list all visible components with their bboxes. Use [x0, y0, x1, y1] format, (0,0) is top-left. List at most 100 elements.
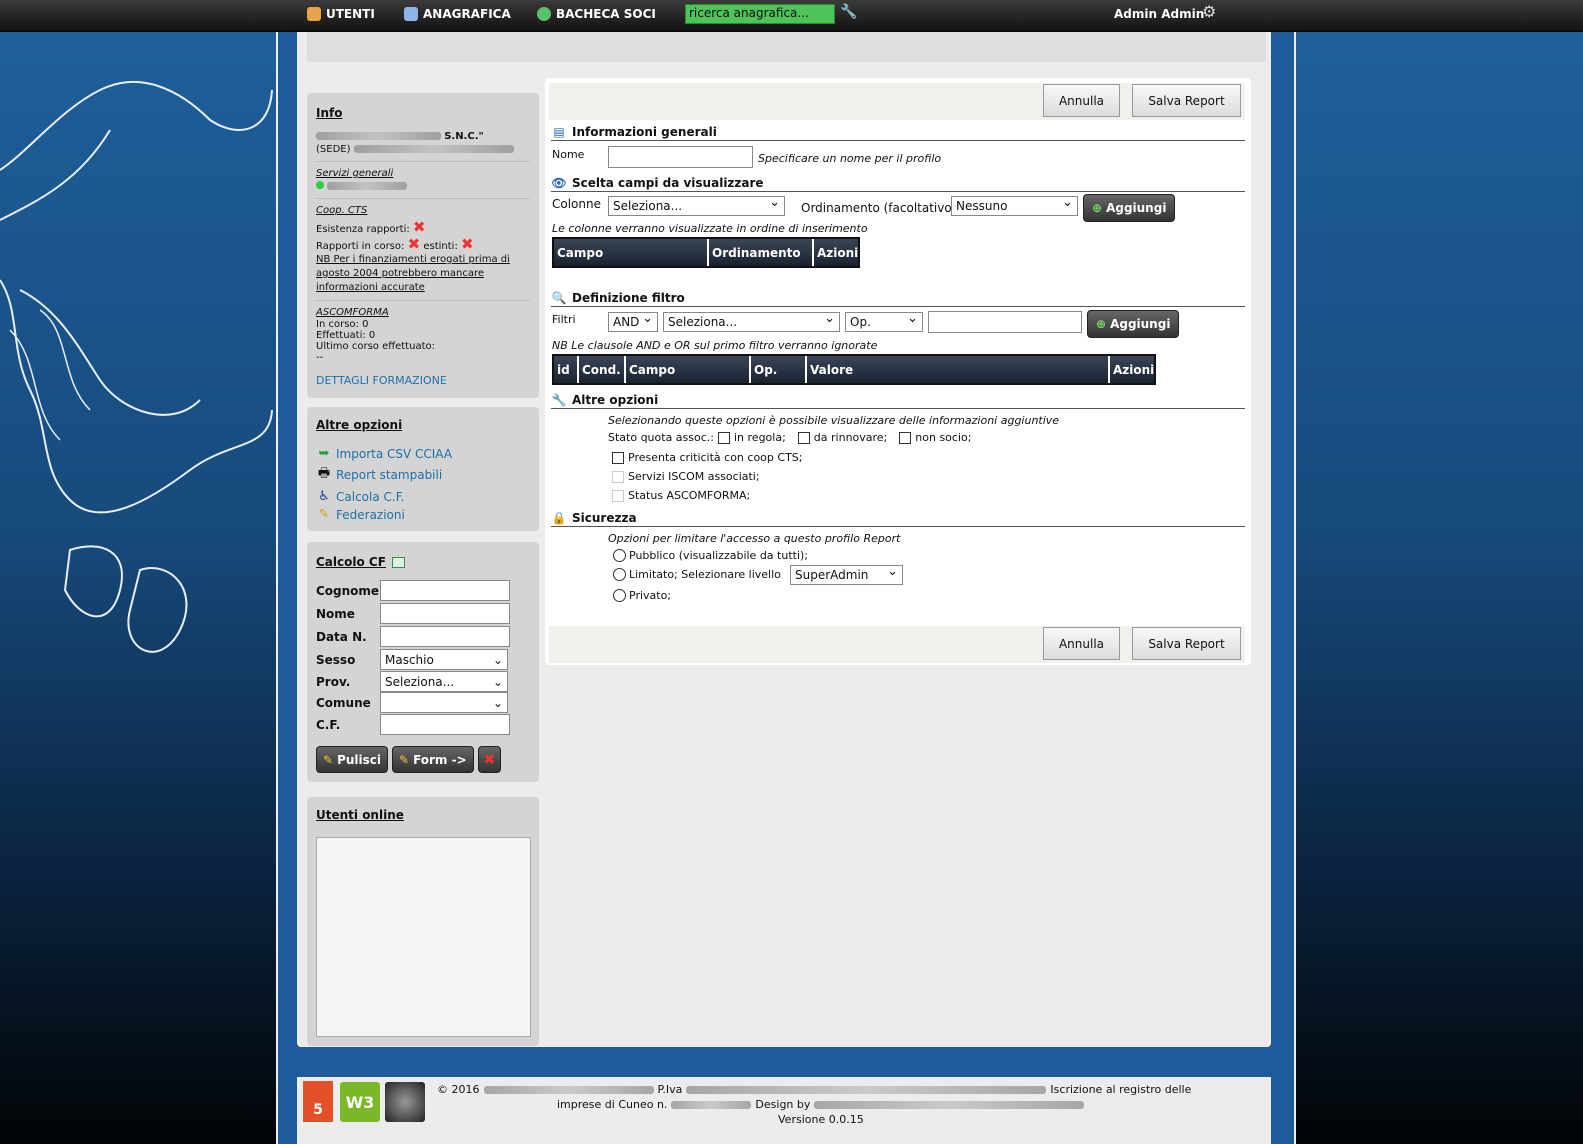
cancel-button[interactable]: Annulla	[1043, 84, 1120, 117]
columns-note: Le colonne verranno visualizzate in ordi…	[552, 222, 868, 235]
printable-reports-link[interactable]: Report stampabili	[336, 468, 442, 482]
filter-section: 🔍 Definizione filtro	[551, 290, 1245, 307]
chevron-down-icon: ⌄	[492, 695, 503, 710]
ascom-label: Status ASCOMFORMA;	[628, 489, 751, 502]
birthdate-input[interactable]	[380, 626, 510, 647]
left-background	[0, 30, 276, 1144]
footer-version: Versione 0.0.15	[778, 1113, 864, 1126]
federations-option[interactable]: ✎ Federazioni	[316, 507, 530, 522]
add-column-button[interactable]: ⊕ Aggiungi	[1083, 194, 1176, 222]
quota-nonmember-checkbox[interactable]	[899, 431, 912, 444]
filter-op-select[interactable]: Op.	[845, 312, 923, 332]
sex-value: Maschio	[385, 652, 434, 667]
public-radio[interactable]	[613, 549, 626, 562]
general-info-section: ▤ Informazioni generali	[551, 124, 1245, 141]
limited-label: Limitato; Selezionare livello	[629, 568, 781, 581]
calc-cf-link[interactable]: Calcola C.F.	[336, 490, 405, 504]
online-users-list[interactable]	[316, 837, 531, 1037]
level-select[interactable]: SuperAdmin	[790, 565, 903, 585]
private-radio[interactable]	[613, 589, 626, 602]
filter-cond-select[interactable]: AND	[608, 312, 658, 332]
lock-icon: 🔒	[551, 511, 567, 525]
add-filter-label: Aggiungi	[1110, 317, 1171, 331]
profile-name-label: Nome	[552, 148, 585, 161]
close-button[interactable]: ✖	[477, 746, 502, 773]
save-report-button-bottom[interactable]: Salva Report	[1132, 627, 1241, 660]
wrench-icon: 🔧	[551, 393, 567, 407]
company-name: S.N.C."	[316, 130, 530, 143]
public-label: Pubblico (visualizzabile da tutti);	[629, 549, 809, 562]
private-row: Privato;	[613, 589, 671, 602]
quota-renew-checkbox[interactable]	[797, 431, 810, 444]
profile-name-input[interactable]	[608, 146, 753, 168]
accessibility-icon: ♿	[318, 489, 330, 504]
cancel-button-bottom[interactable]: Annulla	[1043, 627, 1120, 660]
limited-row: Limitato; Selezionare livello	[613, 568, 781, 581]
quota-ok-checkbox[interactable]	[718, 431, 730, 444]
general-services-status	[316, 180, 530, 193]
other-options-panel: Altre opzioni ➥ Importa CSV CCIAA 🖶 Repo…	[307, 407, 539, 531]
city-select[interactable]: ⌄	[380, 692, 508, 713]
other-options-form-title: Altre opzioni	[572, 393, 659, 407]
ascom-row: Status ASCOMFORMA;	[612, 489, 750, 502]
add-column-label: Aggiungi	[1106, 201, 1167, 215]
online-users-panel: Utenti online	[307, 797, 539, 1046]
federations-link[interactable]: Federazioni	[336, 508, 405, 522]
eye-icon: 👁	[551, 176, 567, 190]
reports-ongoing-label: Rapporti in corso:	[316, 241, 405, 252]
order-select[interactable]: Nessuno	[951, 196, 1078, 216]
filter-value-input[interactable]	[928, 311, 1082, 333]
nav-registry[interactable]: ANAGRAFICA	[404, 7, 511, 21]
criticality-checkbox[interactable]	[612, 451, 624, 464]
sex-select[interactable]: Maschio ⌄	[380, 649, 508, 670]
right-background	[1296, 30, 1583, 1144]
tax-code-input[interactable]	[380, 714, 510, 735]
calc-cf-option[interactable]: ♿ Calcola C.F.	[316, 489, 530, 504]
columns-select[interactable]: Seleziona...	[608, 196, 785, 216]
footer-business-number: imprese di Cuneo n.	[557, 1098, 668, 1111]
ascomforma-label: ASCOMFORMA	[316, 307, 389, 318]
clear-button[interactable]: ✎ Pulisci	[316, 746, 388, 773]
training-details-link[interactable]: DETTAGLI FORMAZIONE	[316, 374, 530, 387]
fields-section: 👁 Scelta campi da visualizzare	[551, 175, 1245, 192]
security-title: Sicurezza	[572, 511, 637, 525]
nav-board[interactable]: BACHECA SOCI	[537, 7, 656, 21]
funding-note[interactable]: NB Per i finanziamenti erogati prima di …	[316, 253, 530, 295]
redacted-text	[353, 145, 514, 153]
form-button[interactable]: ✎ Form ->	[392, 746, 474, 773]
ascom-checkbox[interactable]	[612, 489, 624, 502]
filter-field-select[interactable]: Seleziona...	[663, 312, 840, 332]
admin-user-name[interactable]: Admin Admin	[1114, 7, 1204, 21]
footer-line-2: imprese di Cuneo n. Design by	[557, 1098, 1085, 1111]
import-csv-option[interactable]: ➥ Importa CSV CCIAA	[316, 446, 530, 461]
iscom-checkbox[interactable]	[612, 470, 624, 483]
close-icon: ✖	[483, 751, 496, 768]
seat-label: (SEDE)	[316, 144, 351, 155]
gear-icon[interactable]: ⚙	[1202, 2, 1216, 21]
chevron-down-icon: ⌄	[492, 674, 503, 689]
wrench-icon[interactable]: 🔧	[840, 4, 857, 20]
search-input[interactable]: ricerca anagrafica...	[685, 4, 835, 24]
printable-reports-option[interactable]: 🖶 Report stampabili	[316, 464, 530, 486]
reports-closed-label: estinti:	[423, 241, 458, 252]
clear-button-label: Pulisci	[337, 752, 381, 767]
add-filter-button[interactable]: ⊕ Aggiungi	[1087, 310, 1180, 338]
filters-table: id Cond. Campo Op. Valore Azioni	[552, 354, 1156, 385]
name-input[interactable]	[380, 603, 510, 624]
coop-cts-label: Coop. CTS	[316, 205, 368, 216]
sex-label: Sesso	[316, 652, 356, 667]
redacted-text	[671, 1100, 752, 1109]
filters-header-op: Op.	[751, 356, 807, 383]
columns-value: Seleziona...	[613, 199, 683, 213]
import-csv-link[interactable]: Importa CSV CCIAA	[336, 447, 452, 461]
nav-users[interactable]: UTENTI	[307, 7, 375, 21]
province-select[interactable]: Seleziona... ⌄	[380, 671, 508, 692]
limited-radio[interactable]	[613, 568, 626, 581]
nav-registry-label: ANAGRAFICA	[423, 7, 511, 21]
other-options-title: Altre opzioni	[316, 418, 403, 432]
reports-exist-row: Esistenza rapporti: ✖	[316, 220, 530, 236]
save-report-button[interactable]: Salva Report	[1132, 84, 1241, 117]
globe-icon	[537, 7, 551, 21]
surname-input[interactable]	[380, 580, 510, 601]
filters-header-value: Valore	[807, 356, 1110, 383]
